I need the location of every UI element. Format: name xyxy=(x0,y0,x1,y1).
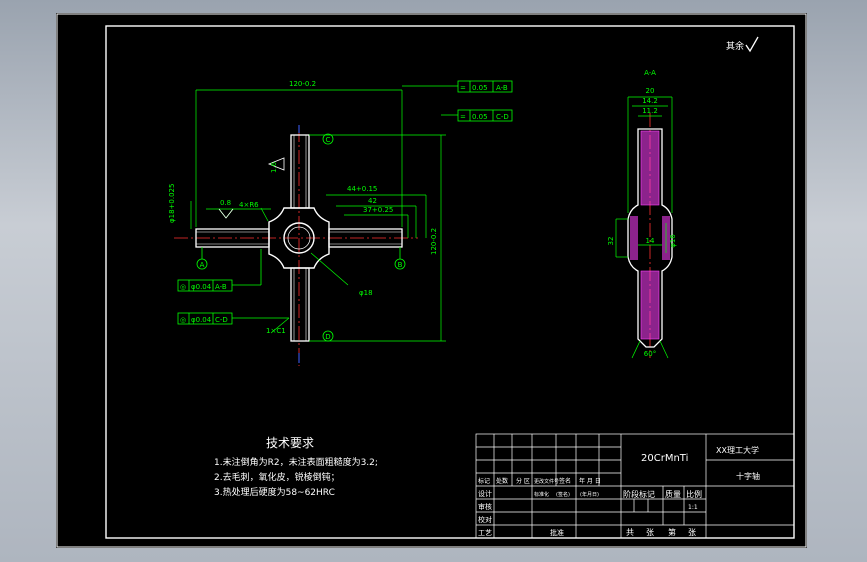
datum-a: A xyxy=(200,261,205,269)
section-v14: 14 xyxy=(646,237,655,245)
section-view: A-A 20 14.2 11.2 14 60° 32 φ16 xyxy=(607,69,677,359)
tb-gong: 共 xyxy=(626,528,634,537)
tb-sheji: 设计 xyxy=(478,489,492,498)
datum-c: C xyxy=(326,136,331,144)
tb-qianming2: (签名) xyxy=(556,491,570,498)
tb-fenqu: 分 区 xyxy=(516,477,530,485)
tb-scale: 1:1 xyxy=(688,504,698,511)
fcf-sym-a-symbol: = xyxy=(460,84,466,92)
cross-main-view: = 0.05 A-B = 0.05 C-D ◎ φ0.04 A-B ◎ φ0.0… xyxy=(168,80,513,366)
inner-frame xyxy=(105,25,795,539)
section-angle: 60° xyxy=(644,350,656,358)
section-hatch-upper xyxy=(640,130,660,206)
section-label: A-A xyxy=(644,69,656,77)
tb-jiaodui: 校对 xyxy=(478,515,492,524)
engineering-drawing: 其余 = 0.05 A-B = 0.05 C-D ◎ φ0.04 A-B ◎ φ… xyxy=(56,13,807,548)
tb-pizhun: 批准 xyxy=(550,528,564,537)
dim-rough-08: 0.8 xyxy=(220,199,231,207)
dim-chamfer: 4×R6 xyxy=(239,201,259,209)
datum-b: B xyxy=(398,261,403,269)
tb-bili: 比例 xyxy=(686,489,702,499)
tech-title: 技术要求 xyxy=(266,436,314,450)
tb-school: XX理工大学 xyxy=(716,445,759,455)
dim-height-120: 120-0.2 xyxy=(430,228,438,255)
dim-width-120: 120-0.2 xyxy=(289,80,316,88)
tech-requirements: 技术要求 1.未注倒角为R2，未注表面粗糙度为3.2; 2.去毛刺，氧化皮，锐棱… xyxy=(214,436,378,498)
fcf-pos-a-tol: φ0.04 xyxy=(191,283,212,291)
datum-d: D xyxy=(325,333,330,341)
fcf-sym-c-tol: 0.05 xyxy=(472,113,488,121)
fcf-pos-a-datum: A-B xyxy=(215,283,227,291)
fcf-sym-a-datum: A-B xyxy=(496,84,508,92)
tb-chushu: 处数 xyxy=(496,477,508,485)
tech-line-2: 2.去毛刺，氧化皮，锐棱倒钝； xyxy=(214,471,340,483)
dim-phi18-upper: φ18+0.025 xyxy=(168,184,176,223)
section-hatch-hub-left xyxy=(630,216,638,260)
roughness-mark-left xyxy=(218,208,234,219)
tb-gengai: 更改文件号 xyxy=(534,478,559,485)
tb-qianming: 签名 xyxy=(559,477,571,485)
tb-biaoji: 标记 xyxy=(478,477,490,485)
fcf-sym-c-symbol: = xyxy=(460,113,466,121)
cad-viewport[interactable]: 其余 = 0.05 A-B = 0.05 C-D ◎ φ0.04 A-B ◎ φ… xyxy=(0,0,867,562)
roughness-check-icon xyxy=(745,36,759,53)
tb-shenhe: 审核 xyxy=(478,502,492,511)
dim-37: 37+0.25 xyxy=(363,206,393,214)
fcf-pos-c-tol: φ0.04 xyxy=(191,316,212,324)
section-w142: 14.2 xyxy=(642,97,658,105)
fcf-pos-c-datum: C-D xyxy=(215,316,228,324)
drawing-sheet[interactable]: 其余 = 0.05 A-B = 0.05 C-D ◎ φ0.04 A-B ◎ φ… xyxy=(56,13,807,548)
dim-42: 42 xyxy=(368,197,377,205)
fcf-sym-c-datum: C-D xyxy=(496,113,509,121)
dim-c1: 1×C1 xyxy=(266,327,286,335)
tech-line-1: 1.未注倒角为R2，未注表面粗糙度为3.2; xyxy=(214,456,378,468)
section-w112: 11.2 xyxy=(642,107,658,115)
dim-phi18: φ18 xyxy=(359,289,373,297)
fcf-pos-a-symbol: ◎ xyxy=(180,283,186,291)
outer-frame xyxy=(56,13,807,548)
dim-rough-16: 1.6 xyxy=(270,161,278,173)
tb-part-name: 十字轴 xyxy=(736,471,760,481)
tb-zhongliang: 质量 xyxy=(665,489,681,499)
tb-gongyi: 工艺 xyxy=(478,529,492,537)
tb-material: 20CrMnTi xyxy=(641,453,688,464)
section-v16: φ16 xyxy=(669,234,677,248)
section-w20: 20 xyxy=(646,87,655,95)
tb-biaozhunhua: 标准化 xyxy=(534,491,549,498)
tb-zhang2: 张 xyxy=(688,528,696,537)
tb-nianyueri: 年 月 日 xyxy=(579,477,601,485)
fcf-pos-c-symbol: ◎ xyxy=(180,316,186,324)
tb-di: 第 xyxy=(668,527,676,537)
fcf-sym-a-tol: 0.05 xyxy=(472,84,488,92)
roughness-note: 其余 xyxy=(726,40,744,52)
section-hatch-lower xyxy=(640,270,660,340)
tech-line-3: 3.热处理后硬度为58~62HRC xyxy=(214,486,335,498)
tb-jieduan: 阶段标记 xyxy=(623,489,655,499)
section-v32: 32 xyxy=(607,237,615,246)
tb-zhang: 张 xyxy=(646,528,654,537)
dim-44: 44+0.15 xyxy=(347,185,377,193)
tb-nianyueri2: (年月日) xyxy=(580,491,599,498)
